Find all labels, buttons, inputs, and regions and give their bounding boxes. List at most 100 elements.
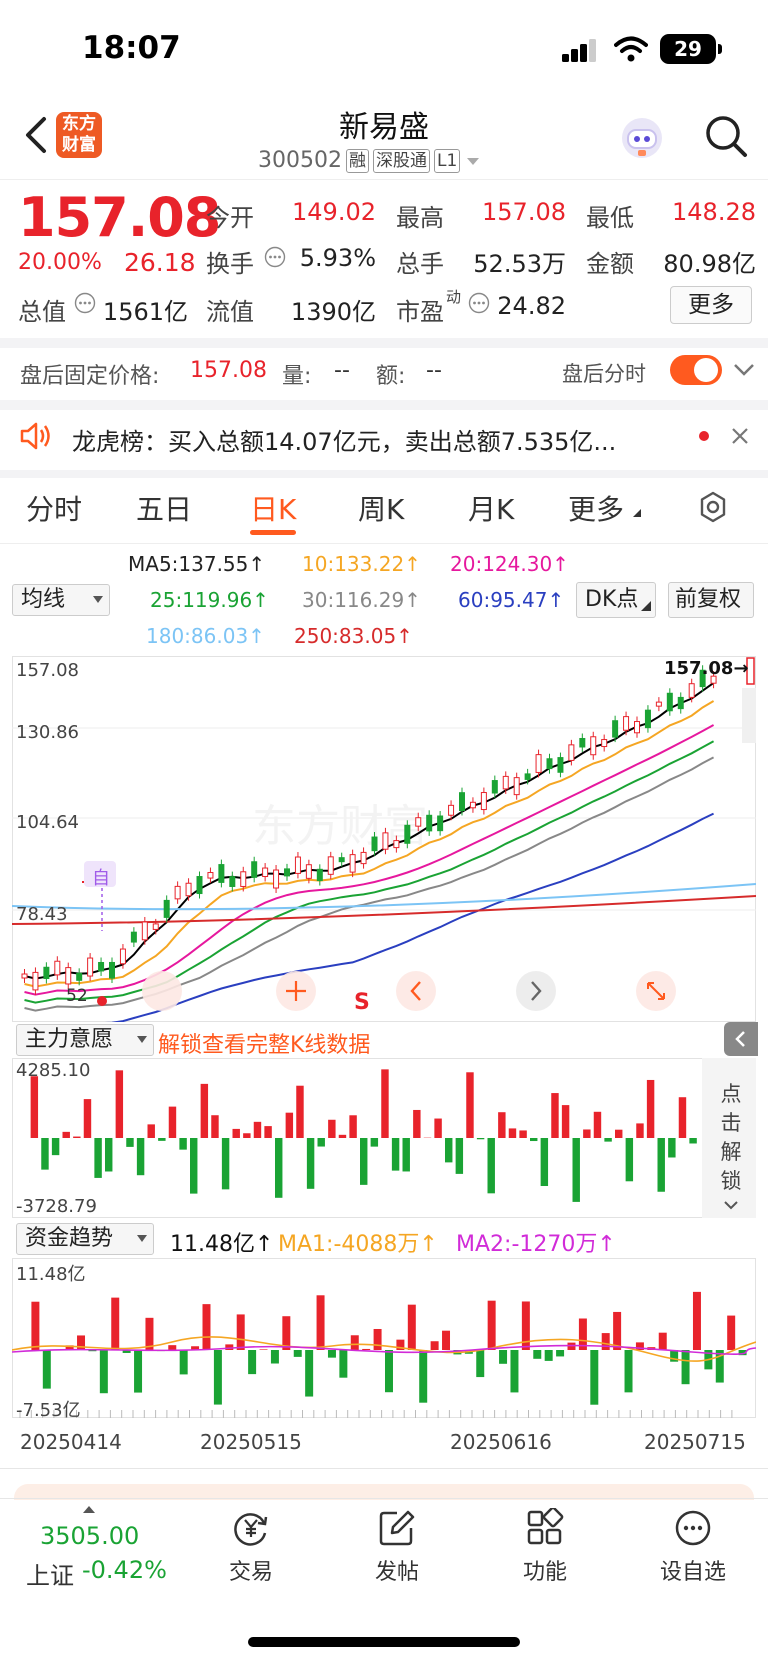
info-dots-icon[interactable] (74, 292, 96, 314)
close-icon[interactable] (730, 426, 750, 446)
candle (502, 775, 509, 790)
indicator-bar (134, 1350, 143, 1393)
candle (262, 867, 269, 878)
tab-daily-k[interactable]: 日K (250, 488, 296, 528)
dropdown-triangle-icon (93, 596, 103, 603)
pe-value: 24.82 (497, 292, 566, 320)
candle (513, 777, 520, 796)
candle (666, 692, 673, 712)
adjust-select[interactable]: 前复权 (668, 582, 754, 618)
lhb-text[interactable]: 龙虎榜：买入总额14.07亿元，卖出总额7.535亿... (72, 422, 616, 457)
indicator-bar (430, 1341, 439, 1350)
unread-dot (699, 431, 709, 441)
indicator-bar (657, 1138, 665, 1192)
indicator-bar (455, 1138, 464, 1174)
indicator1-select[interactable]: 主力意愿 (16, 1024, 154, 1056)
caret-up-icon[interactable] (82, 1505, 96, 1514)
tab-add-watchlist[interactable]: 设自选 (638, 1508, 748, 1586)
indicator-bar (727, 1315, 736, 1350)
indicator-bar (243, 1133, 251, 1138)
indicator-bar (391, 1138, 400, 1171)
robot-assistant-icon[interactable] (618, 114, 666, 162)
tab-post[interactable]: 发帖 (342, 1508, 452, 1586)
tab-timeshare[interactable]: 分时 (26, 488, 82, 528)
indicator-bar (296, 1085, 304, 1138)
candle (612, 720, 619, 738)
info-dots-icon[interactable] (468, 292, 490, 314)
indicator-bar (498, 1112, 506, 1138)
tab-monthly-k[interactable]: 月K (468, 488, 514, 528)
indicator-bar (551, 1093, 559, 1138)
index-name[interactable]: 上证 (26, 1556, 74, 1591)
indicator-bar (466, 1072, 474, 1138)
candle (87, 957, 94, 977)
home-indicator (248, 1637, 520, 1647)
fund-trend-chart[interactable] (12, 1258, 756, 1418)
tab-weekly-k[interactable]: 周K (358, 488, 404, 528)
dk-point-select[interactable]: DK点 (576, 582, 656, 618)
candle (590, 736, 597, 756)
candle (688, 683, 695, 698)
indicator-bar (373, 1328, 382, 1350)
tab-features-label: 功能 (522, 1560, 567, 1585)
indicator2-bottom-label: -7.53亿 (16, 1400, 81, 1421)
indicator-bar (636, 1123, 644, 1138)
indicator-bar (510, 1350, 519, 1393)
indicator-bar (202, 1304, 211, 1350)
indicator-bar (590, 1350, 599, 1405)
indicator-bar (601, 1333, 610, 1350)
collapse-panel-button[interactable] (724, 1022, 758, 1056)
indicator-bar (190, 1138, 198, 1194)
click-to-unlock[interactable]: 点击解锁 (716, 1080, 746, 1196)
chevron-down-icon[interactable] (732, 362, 756, 378)
chevron-left-icon (735, 1031, 745, 1047)
tab-trade[interactable]: 交易 (196, 1508, 306, 1586)
tab-features[interactable]: 功能 (490, 1508, 600, 1586)
candle (294, 856, 301, 874)
date-label-1: 20250414 (20, 1430, 122, 1454)
more-button[interactable]: 更多 (670, 286, 752, 324)
candle (655, 701, 662, 707)
gear-icon[interactable] (696, 490, 730, 524)
indicator-bar (508, 1128, 517, 1138)
candle (196, 876, 203, 895)
indicator2-select[interactable]: 资金趋势 (16, 1223, 154, 1255)
candle (480, 792, 487, 811)
ma-select[interactable]: 均线 (12, 584, 110, 616)
kline-chart[interactable]: 东方财富 (12, 656, 756, 1022)
search-icon[interactable] (702, 112, 750, 160)
indicator-bar (213, 1350, 222, 1405)
candle (677, 696, 684, 710)
indicator-bar (362, 1348, 371, 1350)
candle (546, 758, 553, 770)
candle (54, 960, 61, 976)
float-label: 流值 (206, 298, 254, 326)
more-circle-icon (675, 1510, 711, 1546)
indicator-bar (73, 1136, 81, 1138)
indicator-bar (285, 1112, 294, 1138)
dropdown-triangle-icon[interactable] (464, 155, 482, 167)
volume-value: 52.53万 (473, 250, 566, 278)
after-hours-vol: -- (334, 358, 350, 383)
index-value[interactable]: 3505.00 (40, 1522, 139, 1550)
index-pct[interactable]: -0.42% (82, 1556, 167, 1584)
date-label-4: 20250715 (644, 1430, 746, 1454)
candle (185, 882, 192, 897)
tab-more[interactable]: 更多 (568, 488, 624, 528)
main-force-chart[interactable] (12, 1058, 756, 1218)
indicator-bar (115, 1070, 124, 1138)
low-price-label: 52 (66, 986, 88, 1006)
self-select-marker: 自 (92, 868, 110, 889)
indicator-bar (179, 1350, 188, 1375)
tab-fiveday[interactable]: 五日 (136, 488, 192, 528)
indicator-bar (646, 1079, 655, 1138)
after-hours-amt-label: 额: (376, 364, 406, 389)
indicator-bar (259, 1349, 268, 1350)
tab-add-watchlist-label: 设自选 (659, 1560, 726, 1585)
indicator-bar (62, 1131, 70, 1138)
indicator-bar (99, 1350, 108, 1394)
turnover-value: 5.93% (299, 244, 376, 272)
unlock-kline-link[interactable]: 解锁查看完整K线数据 (158, 1027, 370, 1059)
info-dots-icon[interactable] (264, 246, 286, 268)
candle (415, 817, 422, 827)
